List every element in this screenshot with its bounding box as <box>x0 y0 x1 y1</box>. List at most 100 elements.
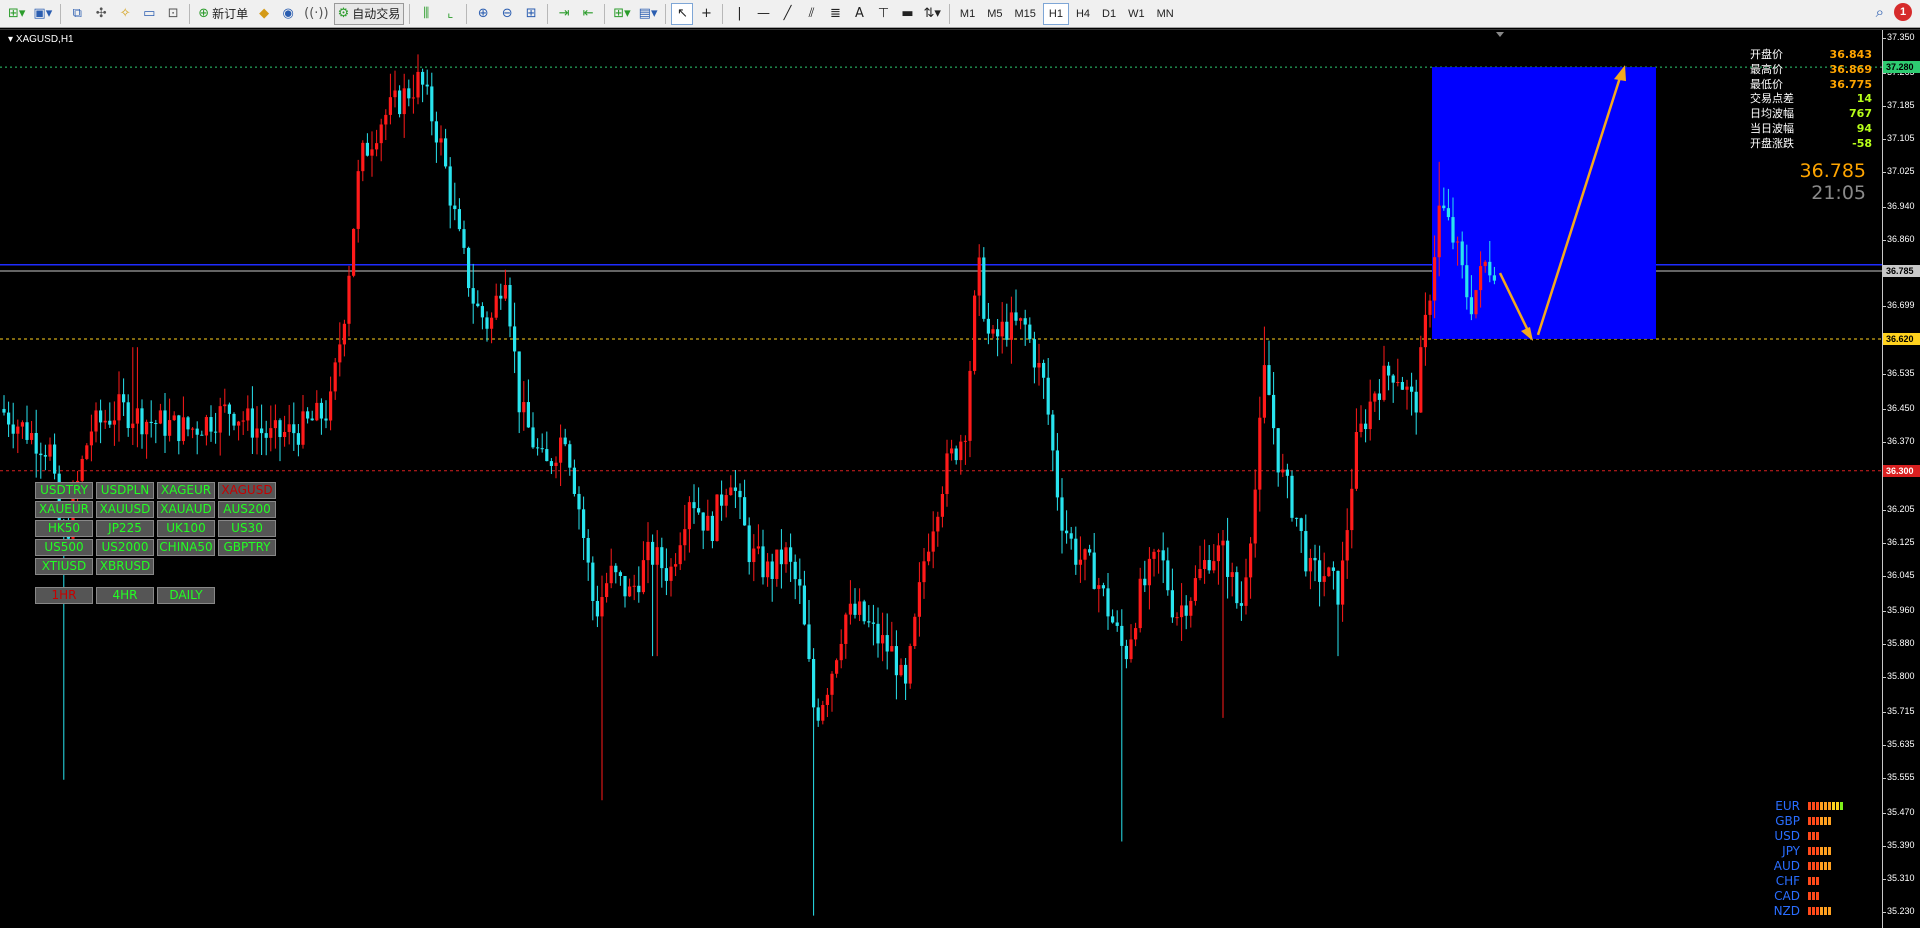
candle-body <box>1032 339 1036 368</box>
channel-button[interactable]: ⫽ <box>800 3 822 25</box>
candle-body <box>85 445 89 459</box>
candle-body <box>177 415 181 442</box>
candle-body <box>1400 382 1404 390</box>
price-tick-mark <box>1883 878 1886 880</box>
candle-body <box>237 421 241 426</box>
candle-body <box>825 694 829 705</box>
symbol-button-uk100[interactable]: UK100 <box>157 520 215 537</box>
cursor-button[interactable]: ↖ <box>671 2 694 25</box>
timeframe-m1[interactable]: M1 <box>955 3 980 25</box>
price-tick-mark <box>1883 777 1886 779</box>
candle-body <box>835 660 839 674</box>
notification-badge[interactable]: 1 <box>1894 3 1912 21</box>
navigator-button[interactable]: ✧ <box>114 3 136 25</box>
text-button[interactable]: A <box>848 3 870 25</box>
symbol-button-xagusd[interactable]: XAGUSD <box>218 482 276 499</box>
symbol-button-xauusd[interactable]: XAUUSD <box>96 501 154 518</box>
horizontal-line-button[interactable]: — <box>752 3 774 25</box>
chart-shift-button[interactable]: ⇤ <box>577 3 599 25</box>
timeframe-button-daily[interactable]: DAILY <box>157 587 215 604</box>
symbol-button-xaueur[interactable]: XAUEUR <box>35 501 93 518</box>
candlestick-chart[interactable] <box>0 30 1882 928</box>
info-label: 当日波幅 <box>1750 121 1794 135</box>
trendline-button[interactable]: ╱ <box>776 3 798 25</box>
symbol-button-xauaud[interactable]: XAUAUD <box>157 501 215 518</box>
symbol-button-us30[interactable]: US30 <box>218 520 276 537</box>
arrows-button[interactable]: ⇅▾ <box>920 3 943 25</box>
periods-button[interactable]: ▤▾ <box>636 3 661 25</box>
timeframe-button-4hr[interactable]: 4HR <box>96 587 154 604</box>
indicators-button[interactable]: ⊞▾ <box>610 3 633 25</box>
tile-windows-button[interactable]: ⊞ <box>520 3 542 25</box>
timeframe-button-1hr[interactable]: 1HR <box>35 587 93 604</box>
candle-body <box>793 561 797 580</box>
vertical-line-button[interactable]: | <box>728 3 750 25</box>
timeframe-m15[interactable]: M15 <box>1009 3 1040 25</box>
chart-collapse-icon[interactable]: ▾ <box>8 34 16 45</box>
toolbar-divider <box>948 3 950 24</box>
timeframe-h1[interactable]: H1 <box>1042 2 1069 25</box>
strength-bar <box>1824 801 1827 810</box>
new-order-button[interactable]: ⊕ 新订单 <box>195 3 251 25</box>
timeframe-mn[interactable]: MN <box>1152 3 1179 25</box>
zoom-in-button[interactable]: ⊕ <box>472 3 494 25</box>
text-label-button[interactable]: ⊤ <box>872 3 894 25</box>
radio-button[interactable]: ((·)) <box>301 3 331 25</box>
chart-area[interactable]: ▾ XAGUSD,H1 37.35037.26537.18537.10537.0… <box>0 29 1920 928</box>
line-chart-button[interactable]: ⌞ <box>439 3 461 25</box>
candle-body <box>444 138 448 167</box>
fibonacci-button[interactable]: ≣ <box>824 3 846 25</box>
symbol-button-us500[interactable]: US500 <box>35 539 93 556</box>
symbol-button-xtiusd[interactable]: XTIUSD <box>35 558 93 575</box>
candle-body <box>163 410 167 436</box>
new-chart-button[interactable]: ⊞▾ <box>5 3 28 25</box>
strength-currency-label: GBP <box>1775 813 1800 828</box>
symbol-button-jp225[interactable]: JP225 <box>96 520 154 537</box>
tester-button[interactable]: ⊡ <box>162 3 184 25</box>
metaeditor-button[interactable]: ◆ <box>253 3 275 25</box>
symbol-button-usdtry[interactable]: USDTRY <box>35 482 93 499</box>
symbol-button-hk50[interactable]: HK50 <box>35 520 93 537</box>
autoscroll-icon: ⇥ <box>558 6 570 21</box>
crosshair-button[interactable]: + <box>695 3 717 25</box>
zoom-out-button[interactable]: ⊖ <box>496 3 518 25</box>
candle-body <box>572 467 576 494</box>
signals-button[interactable]: ◉ <box>277 3 299 25</box>
data-window-button[interactable]: ✣ <box>90 3 112 25</box>
candle-body <box>586 537 590 563</box>
candle-body <box>628 586 632 597</box>
candle-body <box>683 529 687 546</box>
symbol-button-xbrusd[interactable]: XBRUSD <box>96 558 154 575</box>
timeframe-h4[interactable]: H4 <box>1071 3 1095 25</box>
symbol-button-usdpln[interactable]: USDPLN <box>96 482 154 499</box>
candle-body <box>959 441 963 461</box>
candle-body <box>1226 540 1230 577</box>
symbol-button-aus200[interactable]: AUS200 <box>218 501 276 518</box>
candle-body <box>140 408 144 435</box>
candle-body <box>1028 324 1032 340</box>
symbol-button-xageur[interactable]: XAGEUR <box>157 482 215 499</box>
candle-body <box>434 121 438 143</box>
autoscroll-button[interactable]: ⇥ <box>553 3 575 25</box>
search-icon[interactable]: ⌕ <box>1876 4 1884 20</box>
candle-body <box>53 444 57 474</box>
bar-chart-button[interactable]: ⫼ <box>415 3 437 25</box>
profiles-button[interactable]: ▣▾ <box>30 3 55 25</box>
timeframe-m5[interactable]: M5 <box>982 3 1007 25</box>
timeframe-d1[interactable]: D1 <box>1097 3 1121 25</box>
candle-body <box>99 410 103 423</box>
price-axis[interactable]: 37.35037.26537.18537.10537.02536.94036.8… <box>1882 30 1920 928</box>
symbol-button-china50[interactable]: CHINA50 <box>157 539 215 556</box>
strength-row: NZD <box>1770 903 1843 918</box>
info-value: 36.775 <box>1829 77 1872 91</box>
market-watch-button[interactable]: ⧉ <box>66 3 88 25</box>
symbol-button-us2000[interactable]: US2000 <box>96 539 154 556</box>
candle-body <box>370 149 374 156</box>
candle-body <box>1046 377 1050 415</box>
symbol-button-gbptry[interactable]: GBPTRY <box>218 539 276 556</box>
rectangle-button[interactable]: ▬ <box>896 3 918 25</box>
terminal-button[interactable]: ▭ <box>138 3 160 25</box>
candle-body <box>168 420 172 436</box>
auto-trading-button[interactable]: ⚙ 自动交易 <box>333 2 405 25</box>
timeframe-w1[interactable]: W1 <box>1123 3 1150 25</box>
